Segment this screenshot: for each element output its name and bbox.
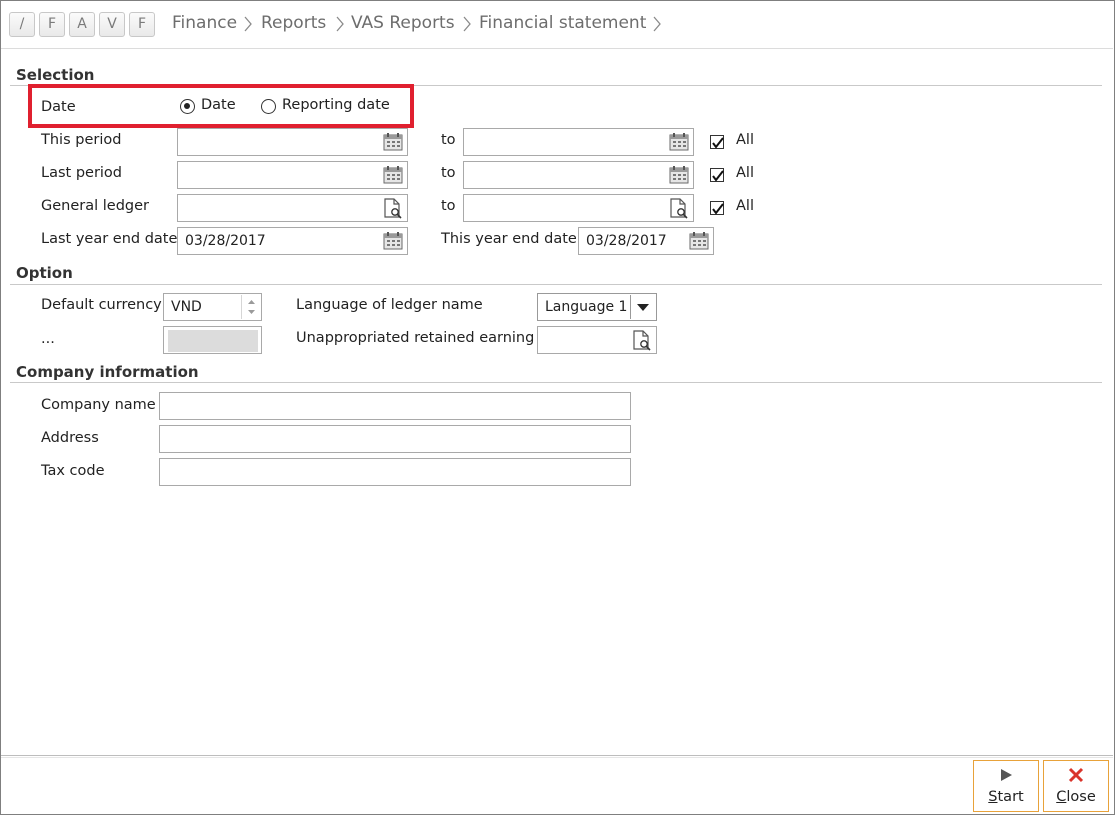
tax-code-input[interactable] (159, 458, 631, 486)
this-period-to-input[interactable] (463, 128, 694, 156)
start-label: Start (988, 789, 1024, 805)
this-period-label: This period (41, 132, 122, 148)
last-period-from-input[interactable] (177, 161, 408, 189)
last-year-end-input[interactable]: 03/28/2017 (177, 227, 408, 255)
lookup-icon[interactable] (668, 198, 690, 219)
close-button[interactable]: Close (1043, 760, 1109, 812)
chevron-right-icon (243, 14, 253, 34)
lookup-icon[interactable] (631, 330, 653, 351)
to-label: to (441, 198, 456, 214)
all-label: All (736, 132, 754, 148)
highlight-box (28, 84, 414, 128)
nav-slash-button[interactable]: / (9, 12, 35, 37)
all-label: All (736, 165, 754, 181)
tax-code-label: Tax code (41, 463, 105, 479)
header-divider (1, 48, 1113, 49)
lookup-icon[interactable] (382, 198, 404, 219)
start-button[interactable]: Start (973, 760, 1039, 812)
breadcrumb-financial-statement[interactable]: Financial statement (479, 13, 646, 33)
this-year-end-value: 03/28/2017 (586, 233, 667, 249)
play-icon (998, 767, 1014, 787)
default-currency-value: VND (171, 299, 202, 315)
section-divider (10, 382, 1102, 383)
chevron-right-icon (652, 14, 662, 34)
breadcrumb-vas-reports[interactable]: VAS Reports (351, 13, 455, 33)
default-currency-input[interactable]: VND (163, 293, 262, 321)
calendar-icon[interactable] (688, 231, 710, 251)
close-label: Close (1056, 789, 1096, 805)
disabled-fill (168, 330, 258, 352)
language-value: Language 1 (545, 299, 628, 315)
language-label: Language of ledger name (296, 297, 483, 313)
currency-spinner[interactable] (241, 295, 260, 319)
breadcrumb-finance[interactable]: Finance (172, 13, 237, 33)
unappropriated-input[interactable] (537, 326, 657, 354)
nav-a-button[interactable]: A (69, 12, 95, 37)
last-period-label: Last period (41, 165, 123, 181)
language-select[interactable]: Language 1 (537, 293, 657, 321)
ellipsis-label: ... (41, 331, 55, 347)
general-ledger-all-checkbox[interactable] (710, 201, 724, 215)
this-period-from-input[interactable] (177, 128, 408, 156)
this-period-all-checkbox[interactable] (710, 135, 724, 149)
nav-f2-button[interactable]: F (129, 12, 155, 37)
to-label: to (441, 165, 456, 181)
address-label: Address (41, 430, 99, 446)
to-label: to (441, 132, 456, 148)
company-name-input[interactable] (159, 392, 631, 420)
dropdown-arrow-icon[interactable] (630, 295, 655, 319)
general-ledger-label: General ledger (41, 198, 149, 214)
calendar-icon[interactable] (382, 231, 404, 251)
address-input[interactable] (159, 425, 631, 453)
default-currency-label: Default currency (41, 297, 162, 313)
all-label: All (736, 198, 754, 214)
general-ledger-from-input[interactable] (177, 194, 408, 222)
unappropriated-label: Unappropriated retained earning (296, 330, 535, 346)
calendar-icon[interactable] (382, 132, 404, 152)
chevron-right-icon (462, 14, 472, 34)
close-icon (1068, 767, 1084, 787)
section-title-option: Option (16, 264, 73, 282)
footer-divider (1, 755, 1113, 756)
general-ledger-to-input[interactable] (463, 194, 694, 222)
last-period-to-input[interactable] (463, 161, 694, 189)
calendar-icon[interactable] (668, 132, 690, 152)
section-divider (10, 284, 1102, 285)
section-title-selection: Selection (16, 66, 95, 84)
nav-f-button[interactable]: F (39, 12, 65, 37)
this-year-end-input[interactable]: 03/28/2017 (578, 227, 714, 255)
chevron-right-icon (335, 14, 345, 34)
calendar-icon[interactable] (668, 165, 690, 185)
breadcrumb-reports[interactable]: Reports (261, 13, 326, 33)
calendar-icon[interactable] (382, 165, 404, 185)
nav-v-button[interactable]: V (99, 12, 125, 37)
last-period-all-checkbox[interactable] (710, 168, 724, 182)
last-year-end-value: 03/28/2017 (185, 233, 266, 249)
this-year-end-label: This year end date (441, 231, 577, 247)
last-year-end-label: Last year end date (41, 231, 178, 247)
company-name-label: Company name (41, 397, 156, 413)
footer-divider (1, 757, 1113, 758)
section-title-company: Company information (16, 363, 199, 381)
